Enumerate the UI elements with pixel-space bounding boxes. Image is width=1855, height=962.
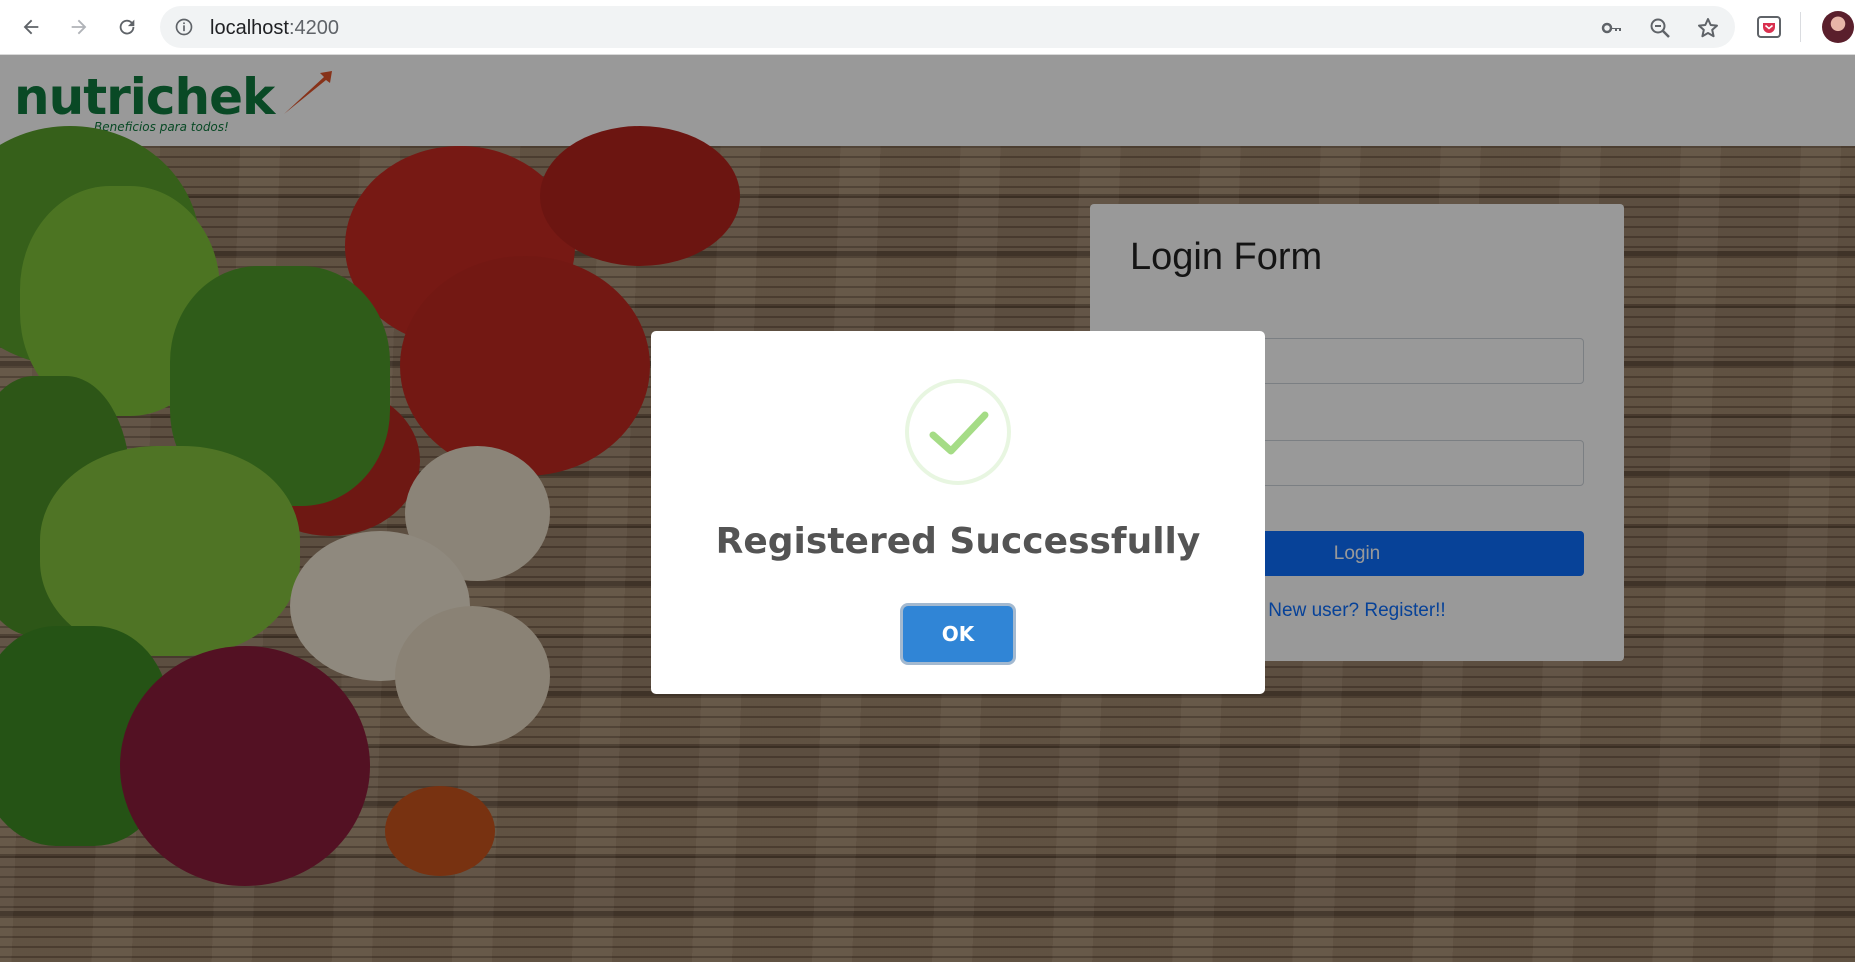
pocket-extension-icon[interactable] bbox=[1756, 14, 1782, 40]
modal-title: Registered Successfully bbox=[715, 521, 1201, 562]
star-icon[interactable] bbox=[1696, 16, 1720, 40]
forward-arrow-icon[interactable] bbox=[62, 10, 96, 44]
address-bar[interactable]: localhost:4200 bbox=[160, 6, 1735, 48]
url-port: :4200 bbox=[288, 17, 339, 39]
zoom-out-icon[interactable] bbox=[1648, 16, 1672, 40]
reload-icon[interactable] bbox=[110, 10, 144, 44]
url-host: localhost bbox=[210, 17, 289, 39]
toolbar-divider bbox=[1800, 12, 1801, 42]
success-modal: Registered Successfully OK bbox=[651, 331, 1265, 694]
ok-button[interactable]: OK bbox=[903, 606, 1013, 662]
browser-toolbar: localhost:4200 bbox=[0, 0, 1855, 55]
profile-avatar[interactable] bbox=[1822, 11, 1854, 43]
info-icon[interactable] bbox=[174, 17, 194, 37]
url-text: localhost:4200 bbox=[210, 17, 339, 40]
key-icon[interactable] bbox=[1600, 16, 1624, 40]
back-arrow-icon[interactable] bbox=[14, 10, 48, 44]
success-check-icon bbox=[905, 379, 1011, 485]
